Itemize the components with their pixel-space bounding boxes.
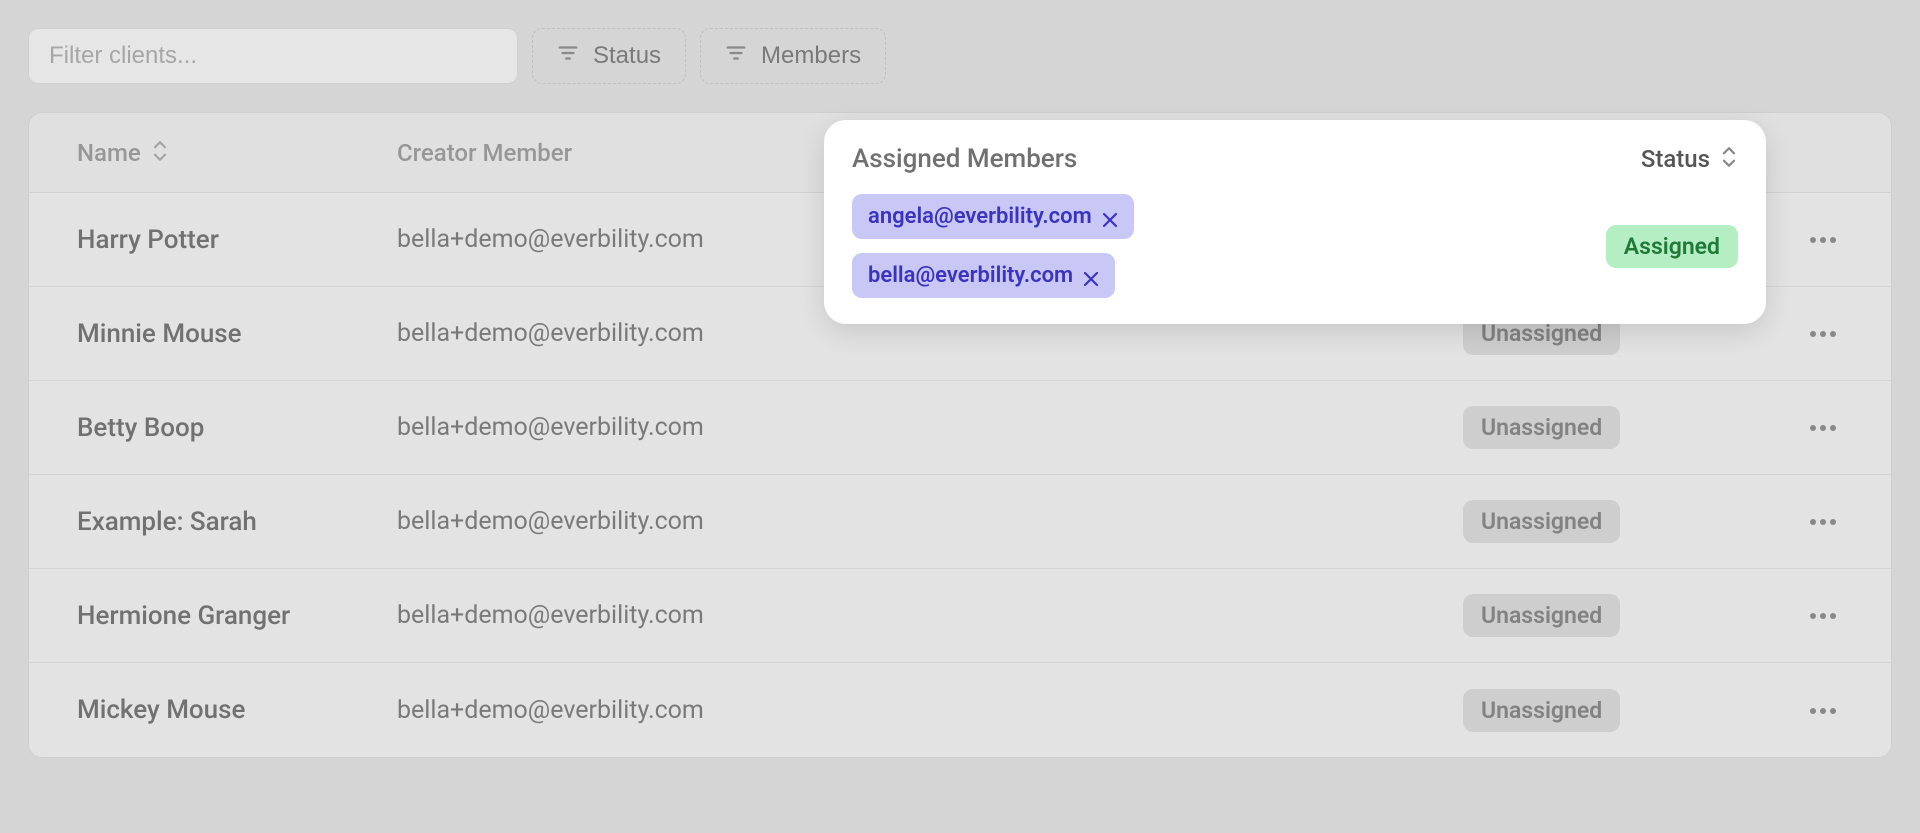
creator-email: bella+demo@everbility.com xyxy=(397,319,837,348)
filter-lines-icon xyxy=(557,42,579,71)
assigned-members-cell xyxy=(837,410,1463,446)
row-actions-button[interactable] xyxy=(1803,314,1843,354)
assigned-member-tag: bella@everbility.com xyxy=(852,253,1115,298)
client-name: Minnie Mouse xyxy=(77,319,397,349)
client-name: Hermione Granger xyxy=(77,601,397,631)
assigned-members-cell xyxy=(837,598,1463,634)
assigned-member-email: bella@everbility.com xyxy=(868,263,1073,288)
creator-email: bella+demo@everbility.com xyxy=(397,413,837,442)
client-name: Mickey Mouse xyxy=(77,695,397,725)
table-row[interactable]: Hermione Grangerbella+demo@everbility.co… xyxy=(29,569,1891,663)
creator-email: bella+demo@everbility.com xyxy=(397,696,837,725)
creator-email: bella+demo@everbility.com xyxy=(397,507,837,536)
more-horizontal-icon xyxy=(1809,608,1837,623)
row-actions-button[interactable] xyxy=(1803,596,1843,636)
remove-tag-icon[interactable] xyxy=(1083,268,1099,284)
assigned-members-cell xyxy=(837,692,1463,728)
status-badge: Unassigned xyxy=(1463,500,1620,543)
status-badge: Unassigned xyxy=(1463,689,1620,732)
sort-icon xyxy=(151,139,169,167)
status-heading[interactable]: Status xyxy=(1641,145,1710,173)
status-filter-label: Status xyxy=(593,42,661,70)
table-row[interactable]: Mickey Mousebella+demo@everbility.com Una… xyxy=(29,663,1891,757)
assigned-members-spotlight: Assigned Members Status angela@everbilit… xyxy=(824,120,1766,324)
column-creator-label: Creator Member xyxy=(397,139,572,167)
status-badge: Unassigned xyxy=(1463,594,1620,637)
client-name: Harry Potter xyxy=(77,225,397,255)
client-name: Betty Boop xyxy=(77,413,397,443)
creator-email: bella+demo@everbility.com xyxy=(397,601,837,630)
assigned-members-heading: Assigned Members xyxy=(852,144,1077,174)
toolbar: Status Members xyxy=(28,28,1892,84)
status-badge: Assigned xyxy=(1606,225,1738,268)
column-creator: Creator Member xyxy=(397,139,837,167)
column-name-label: Name xyxy=(77,139,141,167)
sort-icon xyxy=(1720,145,1738,173)
row-actions-button[interactable] xyxy=(1803,220,1843,260)
status-badge: Unassigned xyxy=(1463,406,1620,449)
more-horizontal-icon xyxy=(1809,420,1837,435)
client-name: Example: Sarah xyxy=(77,507,397,537)
assigned-members-cell xyxy=(837,504,1463,540)
members-filter-label: Members xyxy=(761,42,861,70)
more-horizontal-icon xyxy=(1809,232,1837,247)
row-actions-button[interactable] xyxy=(1803,690,1843,730)
column-name[interactable]: Name xyxy=(77,139,397,167)
remove-tag-icon[interactable] xyxy=(1102,209,1118,225)
row-actions-button[interactable] xyxy=(1803,408,1843,448)
filter-clients-input[interactable] xyxy=(28,28,518,84)
table-row[interactable]: Example: Sarahbella+demo@everbility.com U… xyxy=(29,475,1891,569)
table-row[interactable]: Betty Boopbella+demo@everbility.com Unass… xyxy=(29,381,1891,475)
more-horizontal-icon xyxy=(1809,514,1837,529)
assigned-member-tag: angela@everbility.com xyxy=(852,194,1134,239)
more-horizontal-icon xyxy=(1809,326,1837,341)
more-horizontal-icon xyxy=(1809,703,1837,718)
status-filter-button[interactable]: Status xyxy=(532,28,686,84)
row-actions-button[interactable] xyxy=(1803,502,1843,542)
members-filter-button[interactable]: Members xyxy=(700,28,886,84)
assigned-member-email: angela@everbility.com xyxy=(868,204,1092,229)
creator-email: bella+demo@everbility.com xyxy=(397,225,837,254)
filter-lines-icon xyxy=(725,42,747,71)
